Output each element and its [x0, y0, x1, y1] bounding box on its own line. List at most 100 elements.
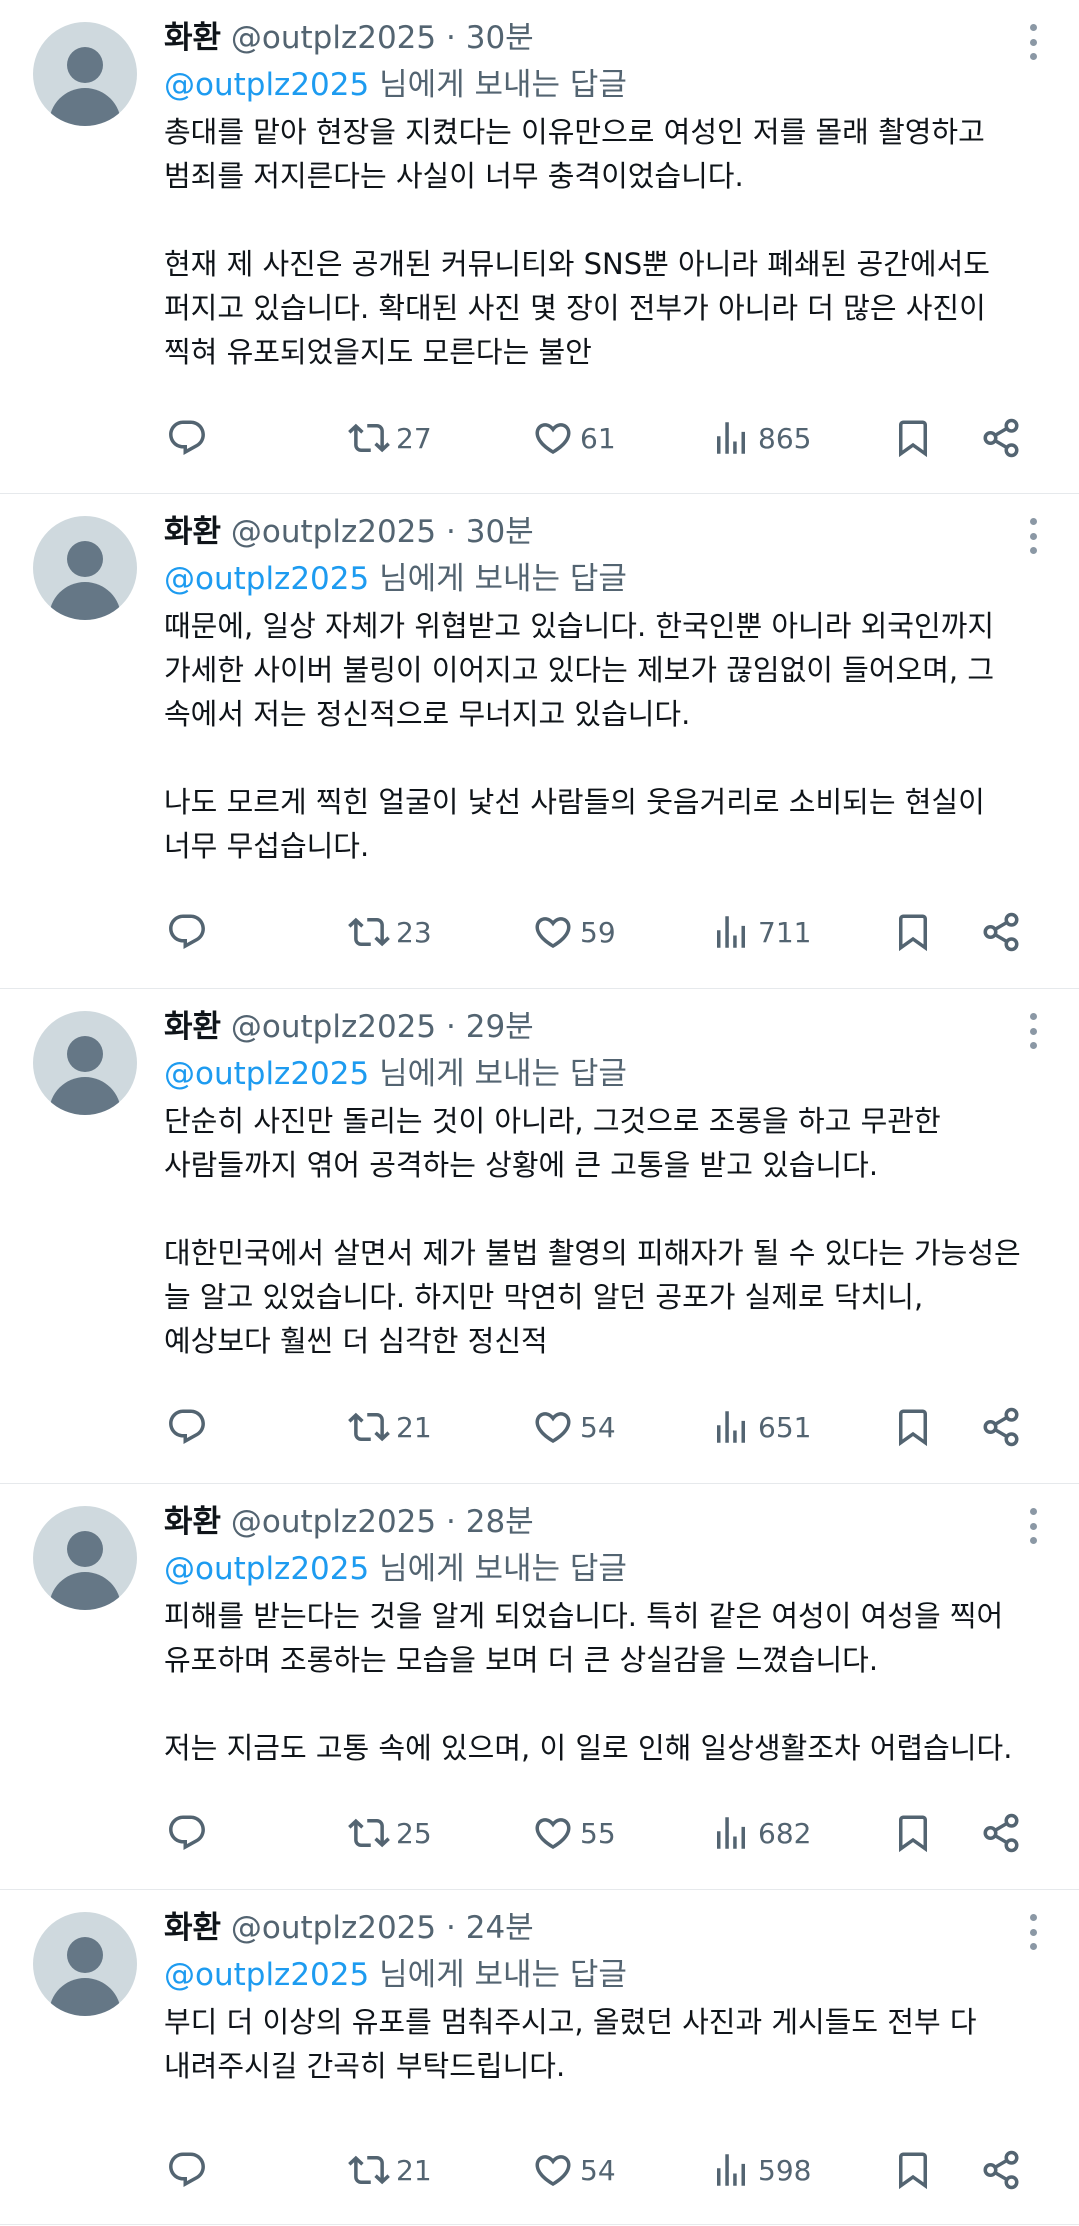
user-handle[interactable]: @outplz2025 — [231, 1504, 436, 1540]
tweet-text-line: 가세한 사이버 불링이 이어지고 있다는 제보가 끊임없이 들어오며, 그 — [164, 653, 995, 687]
share-button[interactable] — [980, 410, 1022, 466]
like-button[interactable]: 54 — [532, 2142, 616, 2198]
timestamp[interactable]: 29분 — [466, 1009, 534, 1045]
views-button[interactable]: 651 — [710, 1399, 811, 1455]
reply-mention-link[interactable]: @outplz2025 — [164, 1551, 369, 1587]
display-name[interactable]: 화환 — [164, 1009, 221, 1045]
retweet-button[interactable]: 27 — [348, 410, 432, 466]
retweet-icon — [348, 1818, 390, 1848]
views-button[interactable]: 598 — [710, 2142, 811, 2198]
reply-button[interactable] — [166, 1399, 208, 1455]
separator-dot: · — [446, 1009, 456, 1045]
share-button[interactable] — [980, 1805, 1022, 1861]
avatar[interactable] — [33, 1011, 137, 1115]
retweet-icon — [348, 1412, 390, 1442]
reply-mention-link[interactable]: @outplz2025 — [164, 67, 369, 103]
tweet-content: 화환 @outplz2025 · 24분 @outplz2025 님에게 보내는… — [164, 1906, 1039, 2088]
tweet[interactable]: 화환 @outplz2025 · 30분 @outplz2025 님에게 보내는… — [0, 0, 1079, 494]
views-button[interactable]: 682 — [710, 1805, 811, 1861]
tweet-text: 단순히 사진만 돌리는 것이 아니라, 그것으로 조롱을 하고 무관한 사람들까지… — [164, 1099, 1039, 1363]
avatar[interactable] — [33, 1506, 137, 1610]
like-button[interactable]: 55 — [532, 1805, 616, 1861]
tweet-text-line: 대한민국에서 살면서 제가 불법 촬영의 피해자가 될 수 있다는 가능성은 — [164, 1236, 1021, 1270]
share-button[interactable] — [980, 2142, 1022, 2198]
tweet[interactable]: 화환 @outplz2025 · 29분 @outplz2025 님에게 보내는… — [0, 989, 1079, 1484]
user-handle[interactable]: @outplz2025 — [231, 20, 436, 56]
timestamp[interactable]: 30분 — [466, 20, 534, 56]
reply-mention-link[interactable]: @outplz2025 — [164, 1056, 369, 1092]
bookmark-button[interactable] — [892, 1805, 934, 1861]
views-count: 711 — [758, 915, 812, 949]
reply-button[interactable] — [166, 904, 208, 960]
views-button[interactable]: 711 — [710, 904, 811, 960]
retweet-count: 21 — [396, 2153, 432, 2187]
avatar-body-shape — [49, 1572, 121, 1610]
bookmark-button[interactable] — [892, 1399, 934, 1455]
retweet-button[interactable]: 21 — [348, 2142, 432, 2198]
display-name[interactable]: 화환 — [164, 514, 221, 550]
reply-button[interactable] — [166, 410, 208, 466]
avatar-head-shape — [67, 1036, 103, 1072]
like-button[interactable]: 61 — [532, 410, 616, 466]
like-count: 55 — [580, 1816, 616, 1850]
retweet-button[interactable]: 23 — [348, 904, 432, 960]
reply-button[interactable] — [166, 1805, 208, 1861]
user-handle[interactable]: @outplz2025 — [231, 1910, 436, 1946]
views-count: 682 — [758, 1816, 812, 1850]
tweet[interactable]: 화환 @outplz2025 · 28분 @outplz2025 님에게 보내는… — [0, 1484, 1079, 1890]
avatar-body-shape — [49, 1077, 121, 1115]
reply-button[interactable] — [166, 2142, 208, 2198]
share-button[interactable] — [980, 904, 1022, 960]
like-button[interactable]: 59 — [532, 904, 616, 960]
tweet-text-line: 저는 지금도 고통 속에 있으며, 이 일로 인해 일상생활조차 어렵습니다. — [164, 1731, 1013, 1765]
reply-mention-link[interactable]: @outplz2025 — [164, 1957, 369, 1993]
avatar[interactable] — [33, 516, 137, 620]
more-icon[interactable] — [1029, 24, 1037, 60]
tweet-text-line: 범죄를 저지른다는 사실이 너무 충격이었습니다. — [164, 159, 744, 193]
action-bar: 21 54 651 — [164, 1399, 1079, 1455]
avatar[interactable] — [33, 1912, 137, 2016]
retweet-button[interactable]: 21 — [348, 1399, 432, 1455]
avatar[interactable] — [33, 22, 137, 126]
bookmark-button[interactable] — [892, 904, 934, 960]
action-bar: 21 54 598 — [164, 2142, 1079, 2198]
like-button[interactable]: 54 — [532, 1399, 616, 1455]
bookmark-button[interactable] — [892, 410, 934, 466]
more-icon[interactable] — [1029, 518, 1037, 554]
share-button[interactable] — [980, 1399, 1022, 1455]
retweet-icon — [348, 917, 390, 947]
more-icon[interactable] — [1029, 1013, 1037, 1049]
like-icon — [535, 917, 571, 949]
timestamp[interactable]: 28분 — [466, 1504, 534, 1540]
display-name[interactable]: 화환 — [164, 1504, 221, 1540]
more-icon[interactable] — [1029, 1914, 1037, 1950]
timestamp[interactable]: 24분 — [466, 1910, 534, 1946]
like-icon — [535, 423, 571, 455]
retweet-count: 27 — [396, 421, 432, 455]
bookmark-button[interactable] — [892, 2142, 934, 2198]
tweet-text-line: 피해를 받는다는 것을 알게 되었습니다. 특히 같은 여성이 여성을 찍어 — [164, 1599, 1004, 1633]
more-icon[interactable] — [1029, 1508, 1037, 1544]
reply-icon — [169, 420, 205, 455]
display-name[interactable]: 화환 — [164, 1910, 221, 1946]
tweet[interactable]: 화환 @outplz2025 · 24분 @outplz2025 님에게 보내는… — [0, 1890, 1079, 2225]
user-handle[interactable]: @outplz2025 — [231, 1009, 436, 1045]
tweet-text: 때문에, 일상 자체가 위협받고 있습니다. 한국인뿐 아니라 외국인까지 가세한… — [164, 604, 1039, 868]
views-icon — [717, 1817, 745, 1849]
bookmark-icon — [899, 1409, 927, 1447]
tweet-text-line: 총대를 맡아 현장을 지켰다는 이유만으로 여성인 저를 몰래 촬영하고 — [164, 115, 985, 149]
timestamp[interactable]: 30분 — [466, 514, 534, 550]
display-name[interactable]: 화환 — [164, 20, 221, 56]
reply-mention-link[interactable]: @outplz2025 — [164, 561, 369, 597]
tweet[interactable]: 화환 @outplz2025 · 30분 @outplz2025 님에게 보내는… — [0, 494, 1079, 989]
separator-dot: · — [446, 514, 456, 550]
replying-to: @outplz2025 님에게 보내는 답글 — [164, 1049, 1039, 1099]
views-button[interactable]: 865 — [710, 410, 811, 466]
reply-icon — [169, 1815, 205, 1850]
share-icon — [983, 1407, 1019, 1447]
retweet-button[interactable]: 25 — [348, 1805, 432, 1861]
tweet-text-line: 현재 제 사진은 공개된 커뮤니티와 SNS뿐 아니라 폐쇄된 공간에서도 — [164, 247, 990, 281]
tweet-content: 화환 @outplz2025 · 30분 @outplz2025 님에게 보내는… — [164, 510, 1039, 868]
user-handle[interactable]: @outplz2025 — [231, 514, 436, 550]
